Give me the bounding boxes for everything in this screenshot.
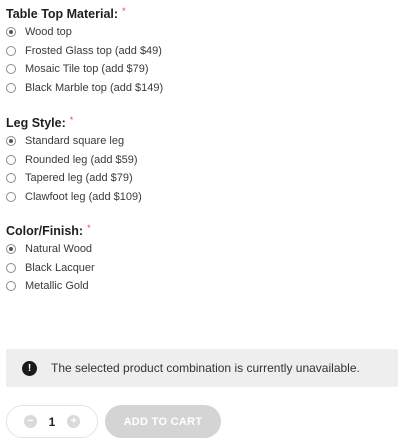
radio-button[interactable] [6, 262, 16, 273]
radio-button[interactable] [6, 64, 16, 75]
radio-button[interactable] [6, 173, 16, 184]
option-group-color-finish: Color/Finish: * Natural Wood Black Lacque… [6, 222, 95, 296]
quantity-stepper: − 1 + [6, 405, 98, 438]
radio-option-frosted-glass-top[interactable]: Frosted Glass top (add $49) [6, 42, 163, 61]
radio-button[interactable] [6, 281, 16, 292]
radio-button[interactable] [6, 192, 16, 203]
radio-option-black-lacquer[interactable]: Black Lacquer [6, 259, 95, 278]
radio-option-natural-wood[interactable]: Natural Wood [6, 240, 95, 259]
option-label: Natural Wood [25, 243, 93, 256]
radio-option-metallic-gold[interactable]: Metallic Gold [6, 277, 95, 296]
required-mark: * [87, 223, 91, 233]
radio-button[interactable] [6, 83, 16, 94]
option-group-leg-style: Leg Style: * Standard square leg Rounded … [6, 114, 142, 206]
radio-button[interactable] [6, 45, 16, 56]
radio-button[interactable] [6, 136, 16, 147]
radio-option-standard-square-leg[interactable]: Standard square leg [6, 132, 142, 151]
radio-option-black-marble-top[interactable]: Black Marble top (add $149) [6, 79, 163, 98]
option-label: Black Marble top (add $149) [25, 82, 164, 95]
option-group-table-top-material: Table Top Material: * Wood top Frosted Gl… [6, 5, 163, 97]
required-mark: * [69, 115, 74, 125]
group-title: Table Top Material: * [6, 6, 126, 21]
option-label: Tapered leg (add $79) [25, 172, 133, 185]
option-label: Black Lacquer [25, 261, 95, 274]
option-label: Metallic Gold [25, 280, 89, 293]
quantity-value[interactable]: 1 [49, 415, 56, 429]
required-mark: * [122, 6, 126, 16]
radio-button[interactable] [6, 154, 16, 165]
radio-option-wood-top[interactable]: Wood top [6, 23, 163, 42]
option-label: Clawfoot leg (add $109) [25, 191, 142, 204]
group-title: Color/Finish: * [6, 223, 91, 238]
radio-option-clawfoot-leg[interactable]: Clawfoot leg (add $109) [6, 188, 142, 207]
radio-option-mosaic-tile-top[interactable]: Mosaic Tile top (add $79) [6, 60, 163, 79]
option-label: Frosted Glass top (add $49) [25, 44, 162, 57]
alert-message: The selected product combination is curr… [51, 361, 360, 375]
option-label: Wood top [25, 26, 72, 39]
exclamation-icon: ! [22, 360, 37, 376]
radio-button[interactable] [6, 27, 16, 38]
radio-option-rounded-leg[interactable]: Rounded leg (add $59) [6, 151, 142, 170]
decrement-button[interactable]: − [23, 415, 37, 428]
group-title: Leg Style: * [6, 115, 74, 130]
option-label: Mosaic Tile top (add $79) [25, 63, 149, 76]
radio-button[interactable] [6, 244, 16, 255]
radio-option-tapered-leg[interactable]: Tapered leg (add $79) [6, 169, 142, 188]
increment-button[interactable]: + [67, 415, 81, 428]
option-label: Rounded leg (add $59) [25, 153, 138, 166]
unavailable-alert: ! The selected product combination is cu… [6, 349, 398, 387]
add-to-cart-button[interactable]: ADD TO CART [105, 405, 221, 438]
option-label: Standard square leg [25, 135, 125, 148]
